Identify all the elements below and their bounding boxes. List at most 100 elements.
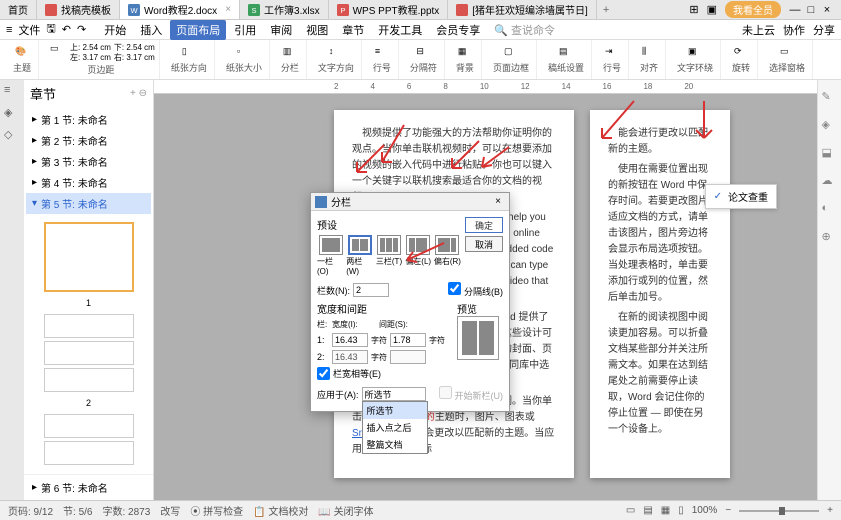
- chapter-item[interactable]: ▸ 第 2 节: 未命名: [26, 130, 151, 151]
- view-mode-icon[interactable]: ▤: [643, 505, 652, 516]
- preset-three[interactable]: 三栏(T): [375, 235, 402, 276]
- bg-button[interactable]: ▦背景: [453, 46, 477, 74]
- ruler[interactable]: 2468101214161820: [154, 80, 817, 94]
- redo-icon[interactable]: ↷: [77, 23, 86, 36]
- tool-icon[interactable]: ✎: [822, 90, 838, 106]
- tool-icon[interactable]: ◐: [822, 202, 838, 218]
- chapter-item-active[interactable]: ▾ 第 5 节: 未命名: [26, 193, 151, 214]
- clip-icon[interactable]: ◇: [4, 128, 20, 144]
- menu-dev[interactable]: 开发工具: [372, 20, 428, 40]
- menu-chapter[interactable]: 章节: [336, 20, 370, 40]
- select-pane[interactable]: ▭选择窗格: [766, 46, 808, 74]
- menu-review[interactable]: 审阅: [264, 20, 298, 40]
- track-status[interactable]: 📖 关闭字体: [318, 503, 373, 518]
- tool-icon[interactable]: ☁: [822, 174, 838, 190]
- close-icon[interactable]: ×: [821, 4, 833, 16]
- proof-status[interactable]: 改写: [160, 503, 180, 518]
- equal-width-checkbox[interactable]: [317, 367, 330, 380]
- outline-icon[interactable]: ≡: [4, 84, 20, 100]
- border-button[interactable]: ▢页面边框: [490, 46, 532, 74]
- wrap-button[interactable]: ▣文字环绕: [674, 46, 716, 74]
- break-button[interactable]: ⊟分隔符: [407, 46, 440, 74]
- tool-icon[interactable]: ⬓: [822, 146, 838, 162]
- page-thumb[interactable]: [44, 441, 134, 465]
- cloud-icon[interactable]: ▣: [707, 3, 717, 16]
- chapter-item[interactable]: ▸ 第 3 节: 未命名: [26, 151, 151, 172]
- chapter-item[interactable]: ▸ 第 1 节: 未命名: [26, 109, 151, 130]
- cancel-button[interactable]: 取消: [465, 236, 503, 252]
- chapter-item[interactable]: ▸ 第 4 节: 未命名: [26, 172, 151, 193]
- zoom-slider[interactable]: [739, 510, 819, 512]
- spacing-input-1[interactable]: [390, 333, 426, 347]
- menu-icon[interactable]: ≡: [6, 24, 12, 36]
- align-button[interactable]: ⫼对齐: [637, 46, 661, 74]
- add-chapter-icon[interactable]: +: [130, 88, 136, 99]
- essay-check-box[interactable]: ✓ 论文查重: [705, 184, 777, 209]
- share[interactable]: 分享: [813, 22, 835, 38]
- apply-option[interactable]: 插入点之后: [363, 419, 427, 436]
- preset-left[interactable]: 偏左(L): [405, 235, 432, 276]
- spell-status[interactable]: ⦿ 拼写检查: [190, 503, 243, 518]
- apply-option[interactable]: 所选节: [363, 402, 427, 419]
- tab-word-doc[interactable]: W Word教程2.docx ×: [120, 0, 240, 19]
- ok-button[interactable]: 确定: [465, 217, 503, 233]
- page-thumb[interactable]: [44, 414, 134, 438]
- menu-view[interactable]: 视图: [300, 20, 334, 40]
- numcols-input[interactable]: [353, 283, 389, 297]
- docproof-status[interactable]: 📋 文档校对: [253, 503, 308, 518]
- apply-option[interactable]: 整篇文档: [363, 436, 427, 453]
- user-badge[interactable]: 我看全员: [725, 1, 781, 18]
- save-icon[interactable]: 🖫: [46, 20, 55, 39]
- page-thumb[interactable]: [44, 314, 134, 338]
- menu-ref[interactable]: 引用: [228, 20, 262, 40]
- tool-icon[interactable]: ◈: [822, 118, 838, 134]
- view-mode-icon[interactable]: ▭: [626, 505, 635, 516]
- preset-two[interactable]: 两栏(W): [346, 235, 373, 276]
- grid-icon[interactable]: ⊞: [689, 3, 698, 16]
- theme-button[interactable]: 🎨 主题: [10, 46, 34, 74]
- view-mode-icon[interactable]: ▦: [661, 505, 670, 516]
- page-thumb[interactable]: [44, 341, 134, 365]
- watermark-button[interactable]: ▤稿纸设置: [545, 46, 587, 74]
- orient-button[interactable]: ▯纸张方向: [168, 46, 210, 74]
- zoom-out-icon[interactable]: −: [725, 505, 731, 516]
- close-icon[interactable]: ×: [491, 196, 505, 207]
- tab-ppt[interactable]: P WPS PPT教程.pptx: [329, 0, 449, 19]
- del-chapter-icon[interactable]: ⊖: [139, 88, 147, 99]
- maximize-icon[interactable]: □: [805, 4, 817, 16]
- tab-template[interactable]: 找稿壳模板: [37, 0, 120, 19]
- rotate-button[interactable]: ⟳旋转: [729, 46, 753, 74]
- undo-icon[interactable]: ↶: [62, 23, 71, 36]
- add-tab-icon[interactable]: +: [597, 4, 615, 16]
- linebetween-checkbox[interactable]: [448, 282, 461, 295]
- page-thumb[interactable]: [44, 368, 134, 392]
- bookmark-icon[interactable]: ◈: [4, 106, 20, 122]
- preset-right[interactable]: 偏右(R): [434, 235, 461, 276]
- menu-search[interactable]: 🔍 查说命令: [488, 20, 561, 40]
- preset-one[interactable]: 一栏(O): [317, 235, 344, 276]
- textdir-button[interactable]: ↕文字方向: [315, 46, 357, 74]
- page-status[interactable]: 页码: 9/12: [8, 503, 53, 518]
- menu-vip[interactable]: 会员专享: [430, 20, 486, 40]
- minimize-icon[interactable]: —: [789, 4, 801, 16]
- tab-home[interactable]: 首页: [0, 0, 37, 19]
- chapter-item[interactable]: ▸ 第 6 节: 未命名: [26, 477, 151, 498]
- zoom-value[interactable]: 100%: [692, 505, 718, 516]
- linenum-button[interactable]: ≡行号: [370, 46, 394, 74]
- view-mode-icon[interactable]: ▯: [678, 505, 684, 516]
- doc-page-2[interactable]: 能会进行更改以匹配新的主题。 使用在需要位置出现的新按钮在 Word 中保存时间…: [590, 110, 730, 478]
- tool-icon[interactable]: ⊕: [822, 230, 838, 246]
- word-count[interactable]: 字数: 2873: [103, 503, 151, 518]
- tab-other[interactable]: [猪年狂欢短编涂墙属节日]: [448, 0, 597, 19]
- zoom-in-icon[interactable]: +: [827, 505, 833, 516]
- width-input-1[interactable]: [332, 333, 368, 347]
- menu-layout[interactable]: 页面布局: [170, 20, 226, 40]
- menu-file[interactable]: 文件: [18, 22, 40, 38]
- tab-xls[interactable]: S 工作簿3.xlsx: [240, 0, 329, 19]
- section-status[interactable]: 节: 5/6: [63, 503, 92, 518]
- page-thumb[interactable]: [44, 222, 134, 292]
- cloud-status[interactable]: 未上云: [742, 22, 775, 38]
- menu-start[interactable]: 开始: [98, 20, 132, 40]
- size-button[interactable]: ▫纸张大小: [223, 46, 265, 74]
- close-icon[interactable]: ×: [225, 4, 231, 15]
